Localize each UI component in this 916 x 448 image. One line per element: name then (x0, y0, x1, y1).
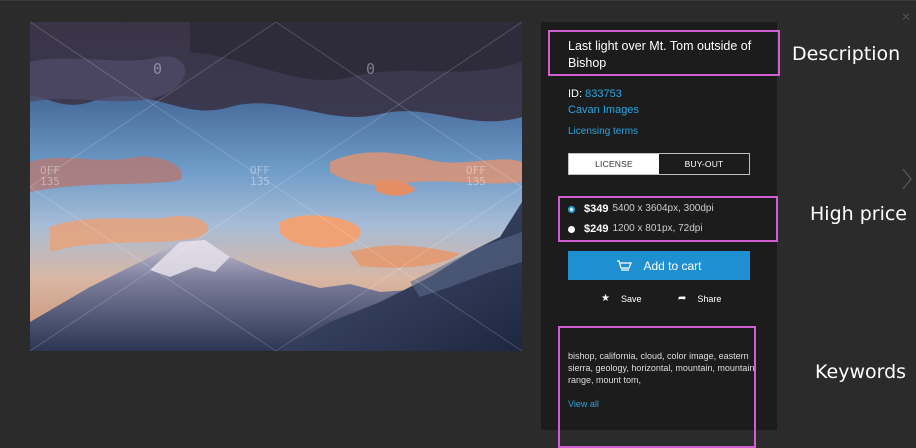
watermark-mark: 0 (153, 60, 163, 78)
share-icon: ➦ (678, 293, 687, 304)
keywords-annotation: Keywords (815, 361, 907, 383)
licensing-terms-link[interactable]: Licensing terms (568, 125, 638, 139)
id-label: ID: (568, 88, 583, 100)
agency-link[interactable]: Cavan Images (568, 103, 639, 117)
description-annotation: Description (792, 43, 901, 65)
watermark-num-text: 135 (466, 175, 486, 188)
add-to-cart-button[interactable]: Add to cart (568, 251, 750, 280)
chevron-right-icon[interactable] (902, 168, 912, 195)
watermark-num-text: 135 (40, 175, 60, 188)
watermark-stamp: OFF 135 (40, 165, 60, 187)
top-divider (0, 0, 916, 1)
star-icon: ★ (601, 293, 610, 304)
description-highlight (548, 30, 780, 76)
watermark-stamp: OFF 135 (466, 165, 486, 187)
cart-icon (616, 259, 633, 272)
tab-license[interactable]: LICENSE (569, 154, 659, 174)
id-value[interactable]: 833753 (585, 88, 622, 100)
price-highlight (558, 196, 778, 242)
watermark-mark: 0 (366, 60, 376, 78)
license-type-toggle: LICENSE BUY-OUT (568, 153, 750, 175)
high-price-annotation: High price (810, 203, 907, 225)
watermark-num-text: 135 (250, 175, 270, 188)
image-id: ID: 833753 (568, 87, 622, 101)
share-label: Share (697, 293, 722, 304)
tab-buy-out[interactable]: BUY-OUT (659, 154, 749, 174)
close-icon[interactable]: ✕ (901, 10, 911, 24)
save-button[interactable]: ★ Save (601, 293, 641, 304)
save-label: Save (620, 293, 642, 304)
watermark-stamp: OFF 135 (250, 165, 270, 187)
add-to-cart-label: Add to cart (643, 258, 702, 273)
keywords-highlight (558, 326, 756, 448)
stock-photo[interactable]: 0 0 OFF 135 OFF 135 OFF 135 (30, 22, 522, 351)
mountain-photo (30, 22, 522, 351)
share-button[interactable]: ➦ Share (678, 293, 721, 304)
